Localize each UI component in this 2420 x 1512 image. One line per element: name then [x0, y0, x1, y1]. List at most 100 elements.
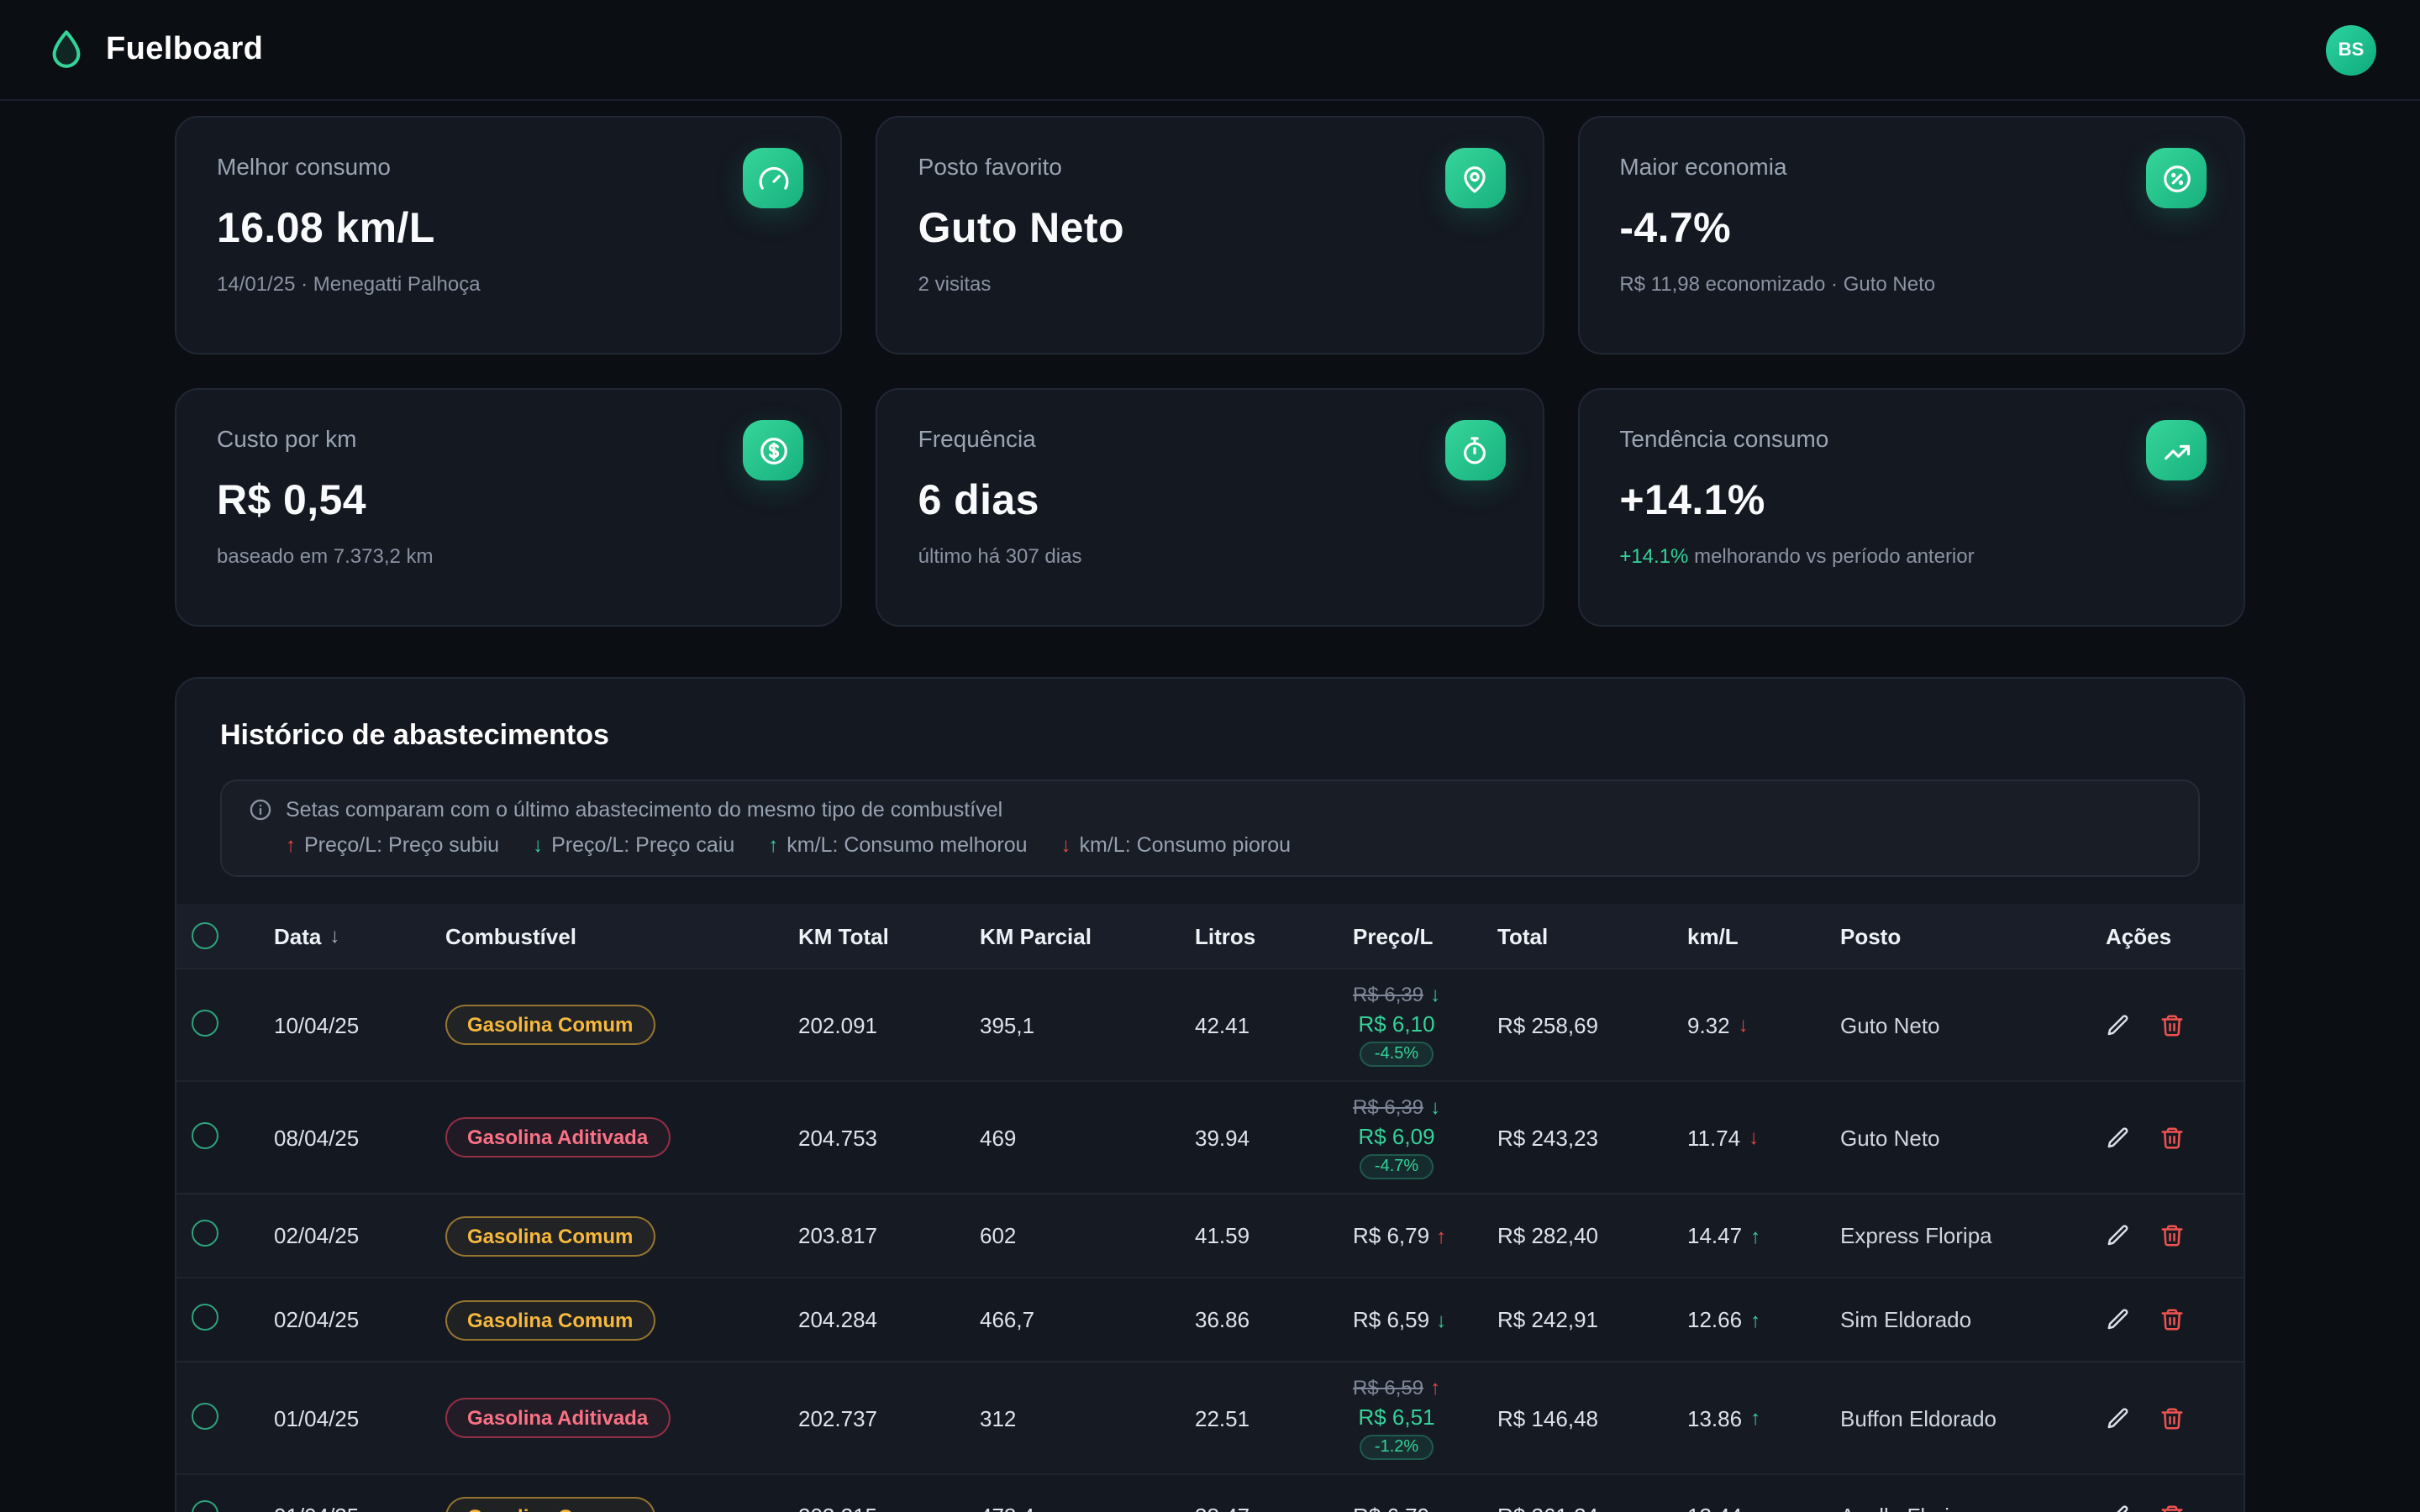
column-header-data[interactable]: Data↓	[274, 923, 445, 948]
select-all-checkbox[interactable]	[192, 922, 218, 949]
arrow-down-icon: ↓	[1430, 1095, 1440, 1119]
row-preco: R$ 6,39↓ R$ 6,09 -4.7%	[1353, 1084, 1497, 1191]
row-total: R$ 282,40	[1497, 1223, 1687, 1248]
delete-button[interactable]	[2160, 1125, 2185, 1150]
row-km-parcial: 312	[980, 1405, 1195, 1431]
column-header-total: Total	[1497, 923, 1687, 948]
row-kml: 9.32↓	[1687, 1012, 1840, 1037]
user-avatar[interactable]: BS	[2326, 24, 2376, 75]
row-checkbox[interactable]	[192, 1500, 218, 1512]
stat-card-posto-favorito: Posto favorito Guto Neto 2 visitas	[876, 116, 1544, 354]
arrow-down-icon: ↓	[1061, 833, 1071, 857]
card-subtitle: último há 307 dias	[918, 544, 1502, 568]
card-value: -4.7%	[1619, 205, 2203, 254]
fuel-badge: Gasolina Aditivada	[445, 1398, 670, 1438]
row-checkbox[interactable]	[192, 1304, 218, 1331]
row-posto: Buffon Eldorado	[1840, 1405, 2106, 1431]
row-preco: R$ 6,79↑	[1353, 1504, 1497, 1512]
app-root: Fuelboard BS Melhor consumo 16.08 km/L 1…	[0, 0, 2420, 1512]
stat-cards-row-1: Melhor consumo 16.08 km/L 14/01/25 · Men…	[175, 116, 2245, 354]
row-total: R$ 258,69	[1497, 1012, 1687, 1037]
edit-button[interactable]	[2106, 1307, 2131, 1332]
row-posto: Guto Neto	[1840, 1125, 2106, 1150]
card-label: Melhor consumo	[217, 153, 801, 180]
map-pin-icon	[1444, 148, 1505, 208]
legend-item: ↑Preço/L: Preço subiu	[286, 833, 499, 857]
fuel-badge: Gasolina Comum	[445, 1005, 655, 1045]
trend-highlight: +14.1%	[1619, 544, 1688, 568]
card-value: R$ 0,54	[217, 477, 801, 526]
row-posto: Sim Eldorado	[1840, 1307, 2106, 1332]
price-change-badge: -4.5%	[1360, 1042, 1434, 1067]
row-km-total: 204.753	[798, 1125, 980, 1150]
row-preco: R$ 6,59↑ R$ 6,51 -1.2%	[1353, 1364, 1497, 1472]
row-preco: R$ 6,79↑	[1353, 1223, 1497, 1248]
top-bar: Fuelboard BS	[0, 0, 2420, 101]
row-checkbox[interactable]	[192, 1121, 218, 1148]
info-icon	[249, 798, 272, 822]
column-header-preco-l: Preço/L	[1353, 923, 1497, 948]
card-subtitle: R$ 11,98 economizado · Guto Neto	[1619, 272, 2203, 296]
row-km-parcial: 466,7	[980, 1307, 1195, 1332]
delete-button[interactable]	[2160, 1223, 2185, 1248]
card-label: Tendência consumo	[1619, 425, 2203, 452]
row-date: 02/04/25	[274, 1223, 445, 1248]
arrow-up-icon: ↑	[1750, 1224, 1760, 1247]
row-posto: Guto Neto	[1840, 1012, 2106, 1037]
edit-button[interactable]	[2106, 1504, 2131, 1512]
arrow-up-icon: ↑	[1750, 1504, 1760, 1512]
edit-button[interactable]	[2106, 1223, 2131, 1248]
edit-button[interactable]	[2106, 1012, 2131, 1037]
delete-button[interactable]	[2160, 1405, 2185, 1431]
card-subtitle: 2 visitas	[918, 272, 1502, 296]
fuel-badge: Gasolina Aditivada	[445, 1117, 670, 1158]
arrow-down-icon: ↓	[533, 833, 543, 857]
arrow-up-icon: ↑	[1750, 1406, 1760, 1430]
percent-circle-icon	[2146, 148, 2207, 208]
sort-down-icon: ↓	[329, 924, 339, 948]
stat-card-tendencia-consumo: Tendência consumo +14.1% +14.1% melhoran…	[1577, 388, 2245, 627]
delete-button[interactable]	[2160, 1504, 2185, 1512]
row-kml: 13.86↑	[1687, 1405, 1840, 1431]
edit-button[interactable]	[2106, 1125, 2131, 1150]
card-subtitle: 14/01/25 · Menegatti Palhoça	[217, 272, 801, 296]
stat-card-frequencia: Frequência 6 dias último há 307 dias	[876, 388, 1544, 627]
gauge-icon	[744, 148, 804, 208]
delete-button[interactable]	[2160, 1307, 2185, 1332]
row-checkbox[interactable]	[192, 1402, 218, 1429]
column-header-km-parcial: KM Parcial	[980, 923, 1195, 948]
history-card: Histórico de abastecimentos Setas compar…	[175, 677, 2245, 1512]
card-value: 16.08 km/L	[217, 205, 801, 254]
row-total: R$ 261,24	[1497, 1504, 1687, 1512]
row-checkbox[interactable]	[192, 1009, 218, 1036]
edit-button[interactable]	[2106, 1405, 2131, 1431]
row-kml: 12.66↑	[1687, 1307, 1840, 1332]
row-posto: Apollo Floripa	[1840, 1504, 2106, 1512]
row-date: 02/04/25	[274, 1307, 445, 1332]
table-row: 01/04/25 Gasolina Comum 203.215 478,4 38…	[176, 1473, 2244, 1512]
row-checkbox[interactable]	[192, 1220, 218, 1247]
card-subtitle: baseado em 7.373,2 km	[217, 544, 801, 568]
row-total: R$ 146,48	[1497, 1405, 1687, 1431]
price-change-badge: -1.2%	[1360, 1435, 1434, 1460]
row-km-parcial: 395,1	[980, 1012, 1195, 1037]
row-litros: 36.86	[1195, 1307, 1353, 1332]
card-label: Frequência	[918, 425, 1502, 452]
fuel-badge: Gasolina Comum	[445, 1496, 655, 1512]
column-header-km-l: km/L	[1687, 923, 1840, 948]
row-total: R$ 242,91	[1497, 1307, 1687, 1332]
arrow-up-icon: ↑	[1436, 1504, 1446, 1512]
row-kml: 11.74↓	[1687, 1125, 1840, 1150]
row-litros: 38.47	[1195, 1504, 1353, 1512]
arrow-down-icon: ↓	[1430, 983, 1440, 1006]
main-content: Melhor consumo 16.08 km/L 14/01/25 · Men…	[175, 101, 2245, 1512]
row-km-parcial: 469	[980, 1125, 1195, 1150]
row-km-parcial: 478,4	[980, 1504, 1195, 1512]
history-title: Histórico de abastecimentos	[176, 719, 2244, 753]
legend-item: ↑km/L: Consumo melhorou	[768, 833, 1027, 857]
row-km-total: 204.284	[798, 1307, 980, 1332]
stat-card-custo-por-km: Custo por km R$ 0,54 baseado em 7.373,2 …	[175, 388, 843, 627]
column-header-acoes: Ações	[2106, 923, 2245, 948]
brand: Fuelboard	[44, 27, 263, 72]
delete-button[interactable]	[2160, 1012, 2185, 1037]
